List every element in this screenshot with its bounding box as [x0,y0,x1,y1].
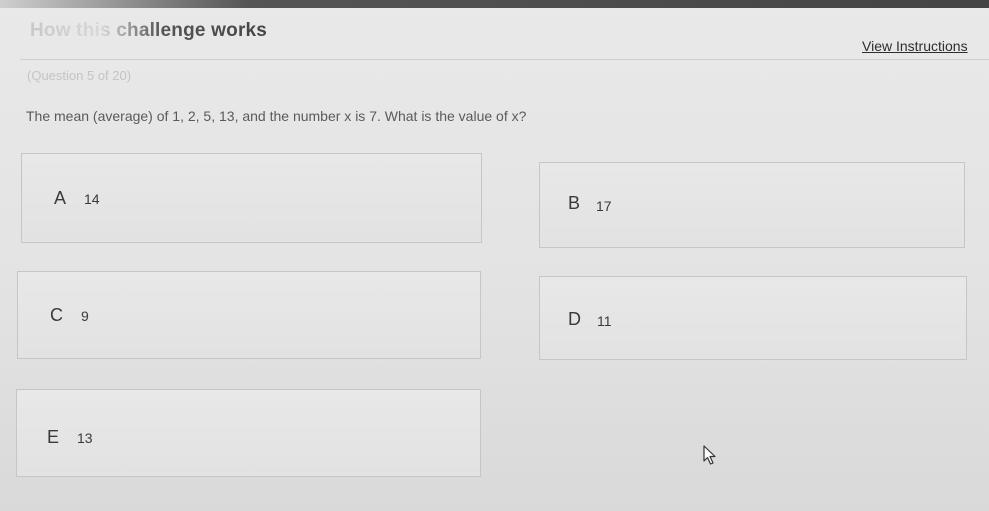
view-instructions-link[interactable]: View Instructions [862,38,968,54]
choice-letter: C [50,305,63,325]
page-title: How this challenge works [30,20,268,41]
choice-letter: A [54,188,67,208]
choice-value: 11 [597,313,612,329]
choice-value: 9 [81,308,89,324]
choice-b-button[interactable]: B 17 [539,162,965,248]
top-bar [0,0,989,8]
mouse-pointer-icon [703,445,716,465]
choice-letter: B [568,193,581,213]
choice-letter: E [47,427,60,447]
choice-a-button[interactable]: A 14 [21,153,482,243]
header-divider [20,59,989,60]
choice-letter: D [568,309,581,329]
choice-e-button[interactable]: E 13 [16,389,481,477]
choice-value: 17 [596,198,612,214]
choice-c-button[interactable]: C 9 [17,271,481,359]
question-progress: (Question 5 of 20) [27,68,132,83]
question-text: The mean (average) of 1, 2, 5, 13, and t… [26,108,527,124]
choice-value: 14 [84,191,100,207]
choice-value: 13 [77,430,93,446]
choice-d-button[interactable]: D 11 [539,276,967,360]
